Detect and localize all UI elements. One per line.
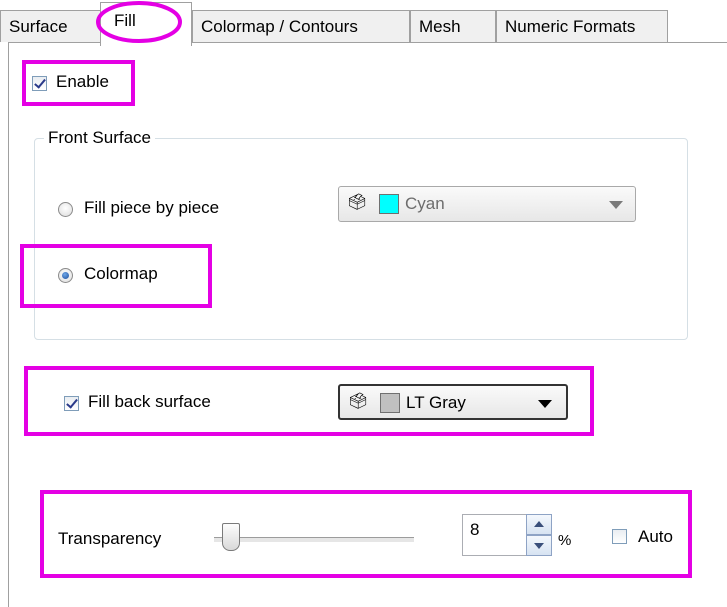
tab-numeric-formats-label: Numeric Formats (505, 17, 636, 36)
front-color-value: Cyan (405, 194, 445, 213)
enable-highlight-box (22, 60, 135, 106)
tab-colormap-contours-label: Colormap / Contours (201, 17, 358, 36)
front-color-combo[interactable]: 🗳 Cyan (338, 186, 636, 222)
tab-colormap-contours[interactable]: Colormap / Contours (192, 10, 410, 42)
tab-mesh[interactable]: Mesh (410, 10, 496, 42)
tab-mesh-label: Mesh (419, 17, 461, 36)
fill-piece-by-piece-label: Fill piece by piece (84, 198, 220, 217)
colormap-highlight-box (20, 244, 212, 308)
front-surface-title: Front Surface (44, 128, 155, 148)
chevron-down-icon (609, 201, 623, 209)
tab-surface-label: Surface (9, 17, 68, 36)
back-surface-highlight-box (24, 366, 594, 436)
paint-bucket-icon: 🗳 (347, 194, 368, 211)
tab-surface[interactable]: Surface (0, 10, 104, 42)
cyan-swatch (379, 194, 399, 214)
transparency-highlight-box (40, 490, 692, 578)
tab-numeric-formats[interactable]: Numeric Formats (496, 10, 668, 42)
fill-tab-highlight-ellipse (96, 1, 182, 43)
front-surface-group (34, 138, 688, 340)
fill-piece-by-piece-radio[interactable] (58, 202, 73, 217)
